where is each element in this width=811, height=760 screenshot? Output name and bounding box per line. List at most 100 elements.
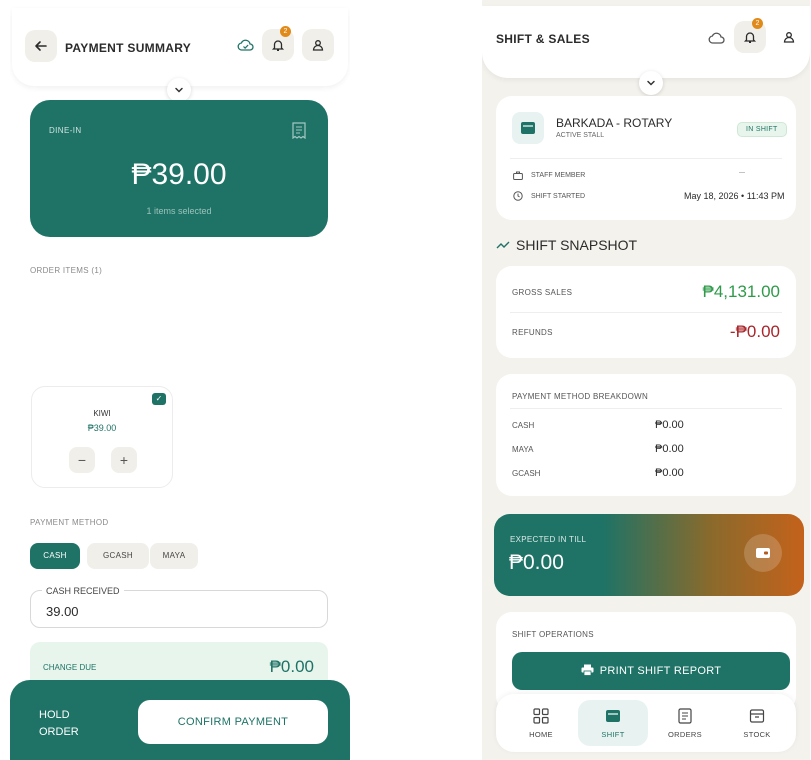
- order-total-amount: ₱39.00: [131, 158, 227, 191]
- item-selected-check-icon: ✓: [152, 393, 166, 405]
- notification-badge: 2: [752, 18, 763, 29]
- item-name: KIWI: [93, 409, 111, 418]
- gross-sales-value: ₱4,131.00: [702, 282, 780, 301]
- nav-home-label: HOME: [529, 730, 553, 739]
- shift-started-label: SHIFT STARTED: [531, 193, 586, 200]
- order-type-label: DINE-IN: [49, 126, 82, 135]
- stall-status: ACTIVE STALL: [556, 132, 605, 139]
- home-grid-icon: [533, 708, 549, 724]
- in-shift-badge: IN SHIFT: [737, 122, 787, 137]
- nav-stock-label: STOCK: [743, 730, 771, 739]
- stall-name: BARKADA - ROTARY: [556, 116, 673, 130]
- breakdown-divider: [510, 408, 782, 409]
- nav-orders-label: ORDERS: [668, 730, 702, 739]
- increase-quantity-button[interactable]: +: [111, 447, 137, 473]
- notifications-button[interactable]: 2: [734, 18, 766, 53]
- staff-member-label: STAFF MEMBER: [531, 172, 586, 179]
- receipt-icon[interactable]: [292, 122, 306, 139]
- expected-in-till-card: EXPECTED IN TILL ₱0.00: [494, 514, 804, 596]
- notification-badge: 2: [280, 26, 291, 37]
- payment-method-maya[interactable]: MAYA: [150, 543, 198, 569]
- page-title: SHIFT & SALES: [496, 32, 590, 46]
- profile-button[interactable]: [302, 29, 334, 61]
- payment-method-cash[interactable]: CASH: [30, 543, 80, 569]
- order-total-card: DINE-IN ₱39.00 1 items selected: [30, 100, 328, 237]
- refunds-label: REFUNDS: [512, 328, 553, 337]
- user-icon: [312, 40, 324, 51]
- breakdown-maya-label: MAYA: [512, 445, 534, 454]
- payment-summary-screen: PAYMENT SUMMARY 2 DINE-IN ₱39.00 1 items…: [10, 0, 350, 760]
- bell-icon: [743, 32, 757, 43]
- payment-action-bar: HOLD ORDER CONFIRM PAYMENT: [10, 680, 350, 760]
- payment-header: PAYMENT SUMMARY 2: [12, 8, 348, 86]
- collapse-header-button[interactable]: [167, 78, 191, 102]
- hold-order-label-line1: HOLD: [39, 709, 70, 721]
- shift-operations-label: SHIFT OPERATIONS: [512, 630, 594, 639]
- trend-up-icon: [496, 241, 510, 249]
- stall-card: BARKADA - ROTARY ACTIVE STALL IN SHIFT S…: [496, 96, 796, 220]
- breakdown-gcash-value: ₱0.00: [655, 467, 684, 479]
- nav-stock[interactable]: STOCK: [722, 700, 792, 746]
- shift-store-icon: [606, 710, 620, 722]
- hold-order-label-line2: ORDER: [39, 726, 79, 738]
- breakdown-title: PAYMENT METHOD BREAKDOWN: [512, 392, 649, 401]
- confirm-payment-button[interactable]: CONFIRM PAYMENT: [138, 700, 328, 744]
- cloud-sync-icon[interactable]: [237, 38, 255, 52]
- shift-snapshot-title: SHIFT SNAPSHOT: [516, 237, 638, 253]
- stall-divider: [510, 158, 782, 159]
- payment-method-label: PAYMENT METHOD: [30, 518, 109, 527]
- notifications-button[interactable]: 2: [262, 26, 294, 61]
- cloud-sync-icon[interactable]: [708, 31, 726, 45]
- nav-shift[interactable]: SHIFT: [578, 700, 648, 746]
- order-items-label: ORDER ITEMS (1): [30, 266, 103, 275]
- breakdown-cash-value: ₱0.00: [655, 419, 684, 431]
- print-shift-report-button[interactable]: PRINT SHIFT REPORT: [512, 652, 790, 690]
- wallet-icon: [744, 534, 782, 572]
- change-due-value: ₱0.00: [269, 657, 314, 676]
- expected-in-till-label: EXPECTED IN TILL: [510, 535, 587, 544]
- profile-button[interactable]: [773, 21, 805, 53]
- items-selected-text: 1 items selected: [146, 206, 212, 216]
- cash-received-label: CASH RECEIVED: [42, 586, 124, 596]
- change-due-label: CHANGE DUE: [43, 663, 97, 672]
- expected-in-till-value: ₱0.00: [509, 551, 564, 574]
- cash-received-field[interactable]: CASH RECEIVED 39.00: [30, 586, 328, 628]
- page-title: PAYMENT SUMMARY: [65, 41, 192, 55]
- order-item-card[interactable]: ✓ KIWI ₱39.00 − +: [31, 386, 173, 488]
- bottom-navigation: HOME SHIFT ORDERS STOCK: [496, 694, 796, 752]
- refunds-value: -₱0.00: [729, 322, 780, 341]
- print-shift-report-label: PRINT SHIFT REPORT: [599, 665, 722, 677]
- chevron-down-icon: [175, 87, 183, 93]
- nav-home[interactable]: HOME: [506, 700, 576, 746]
- shift-started-value: May 18, 2026 • 11:43 PM: [684, 191, 785, 201]
- payment-method-gcash[interactable]: GCASH: [87, 543, 149, 569]
- decrease-quantity-button[interactable]: −: [69, 447, 95, 473]
- payment-breakdown-card: PAYMENT METHOD BREAKDOWN CASH ₱0.00 MAYA…: [496, 374, 796, 496]
- stock-box-icon: [749, 709, 765, 723]
- bell-icon: [271, 40, 285, 51]
- nav-shift-label: SHIFT: [601, 730, 625, 739]
- orders-icon: [678, 708, 692, 724]
- shift-sales-screen: SHIFT & SALES 2 BARKADA - ROTARY ACTIVE …: [482, 0, 810, 760]
- back-button[interactable]: [25, 30, 57, 62]
- item-price: ₱39.00: [87, 423, 117, 433]
- collapse-header-button[interactable]: [639, 71, 663, 95]
- briefcase-icon: [513, 171, 523, 180]
- clock-icon: [513, 191, 523, 201]
- gross-sales-label: GROSS SALES: [512, 288, 573, 297]
- arrow-left-icon: [35, 41, 47, 51]
- printer-icon: [581, 664, 594, 676]
- cash-received-value[interactable]: 39.00: [46, 604, 79, 619]
- shift-header: SHIFT & SALES 2: [482, 6, 810, 78]
- nav-orders[interactable]: ORDERS: [650, 700, 720, 746]
- breakdown-cash-label: CASH: [512, 421, 535, 430]
- sales-divider: [510, 312, 782, 313]
- breakdown-gcash-label: GCASH: [512, 469, 541, 478]
- hold-order-button[interactable]: HOLD ORDER: [39, 707, 79, 741]
- store-icon: [512, 112, 544, 144]
- chevron-down-icon: [647, 80, 655, 86]
- user-icon: [783, 32, 795, 43]
- staff-member-value: —: [739, 170, 745, 176]
- sales-summary-card: GROSS SALES ₱4,131.00 REFUNDS -₱0.00: [496, 266, 796, 358]
- breakdown-maya-value: ₱0.00: [655, 443, 684, 455]
